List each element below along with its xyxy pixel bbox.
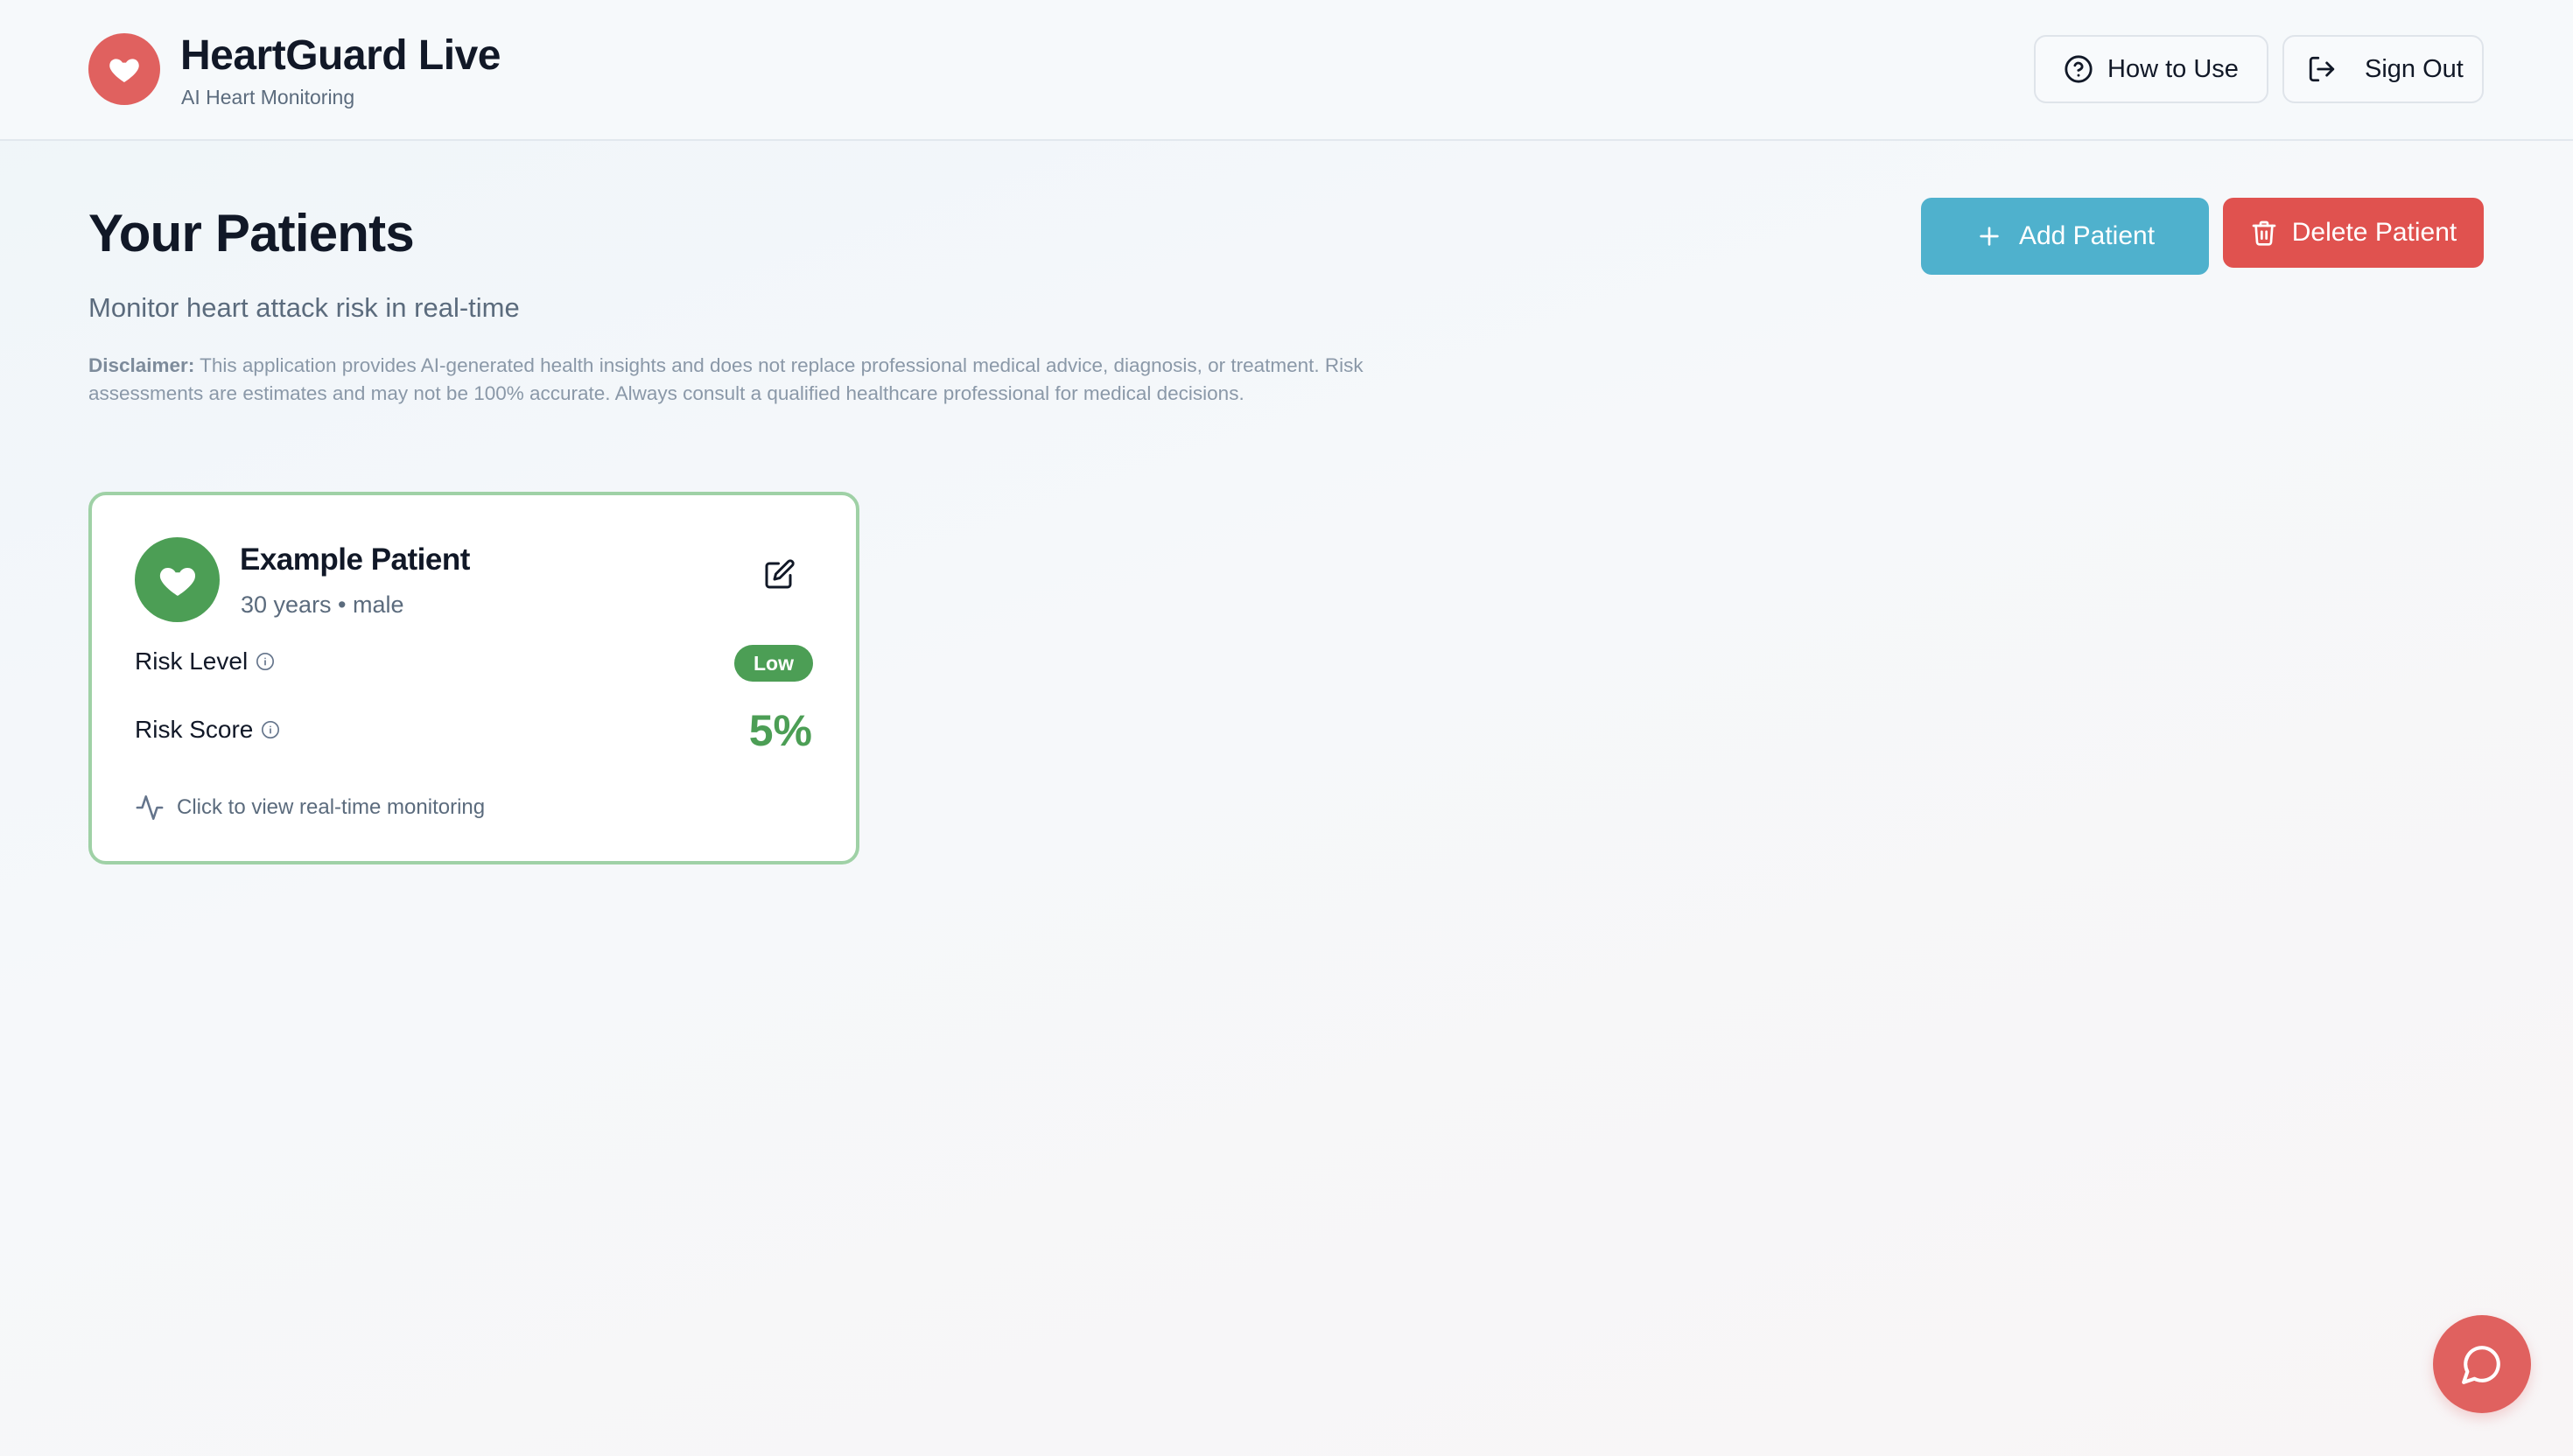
risk-score-label: Risk Score [135,716,254,743]
add-patient-label: Add Patient [2018,221,2156,250]
page-subtitle: Monitor heart attack risk in real-time [88,292,520,323]
how-to-use-label: How to Use [2107,54,2239,83]
risk-level-badge: Low [734,645,813,682]
monitor-hint[interactable]: Click to view real-time monitoring [135,793,485,822]
disclaimer-text: This application provides AI-generated h… [88,354,1364,404]
disclaimer-label: Disclaimer: [88,354,195,376]
help-circle-icon [2065,55,2093,83]
monitor-hint-label: Click to view real-time monitoring [177,795,486,819]
how-to-use-button[interactable]: How to Use [2034,35,2268,103]
trash-icon [2252,220,2276,246]
heart-icon [159,567,195,596]
disclaimer: Disclaimer: This application provides AI… [88,352,1401,408]
patient-card[interactable]: Example Patient 30 years • male Risk Lev… [88,492,859,864]
patient-name: Example Patient [240,542,470,577]
app-header: HeartGuard Live AI Heart Monitoring How … [0,0,2573,141]
risk-score-value: 5% [748,706,812,755]
heart-icon [109,59,139,82]
page-title: Your Patients [88,204,415,262]
plus-icon [1980,227,1999,246]
app-subtitle: AI Heart Monitoring [181,86,355,108]
log-out-icon [2309,56,2335,82]
risk-level-row: Risk Level [135,648,275,676]
patient-avatar [135,537,220,622]
chat-bubble-icon [2462,1346,2500,1384]
info-icon[interactable] [256,652,275,671]
app-title: HeartGuard Live [180,32,501,79]
sign-out-label: Sign Out [2365,54,2464,83]
add-patient-button[interactable]: Add Patient [1921,198,2209,275]
info-icon[interactable] [261,720,280,739]
risk-score-row: Risk Score [135,716,280,744]
edit-icon[interactable] [764,558,796,590]
risk-level-label: Risk Level [135,648,249,675]
delete-patient-label: Delete Patient [2291,218,2457,247]
chat-button[interactable] [2433,1315,2531,1413]
delete-patient-button[interactable]: Delete Patient [2223,198,2484,268]
activity-icon [136,794,164,821]
patient-meta: 30 years • male [241,592,404,618]
app-logo [88,33,160,105]
sign-out-button[interactable]: Sign Out [2282,35,2484,103]
